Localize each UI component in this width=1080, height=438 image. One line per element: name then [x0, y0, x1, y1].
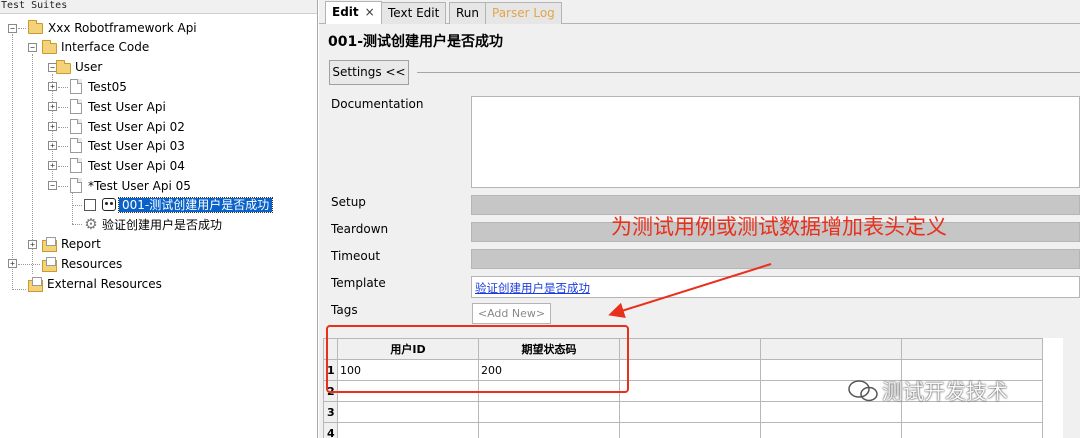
selected-label: 001-测试创建用户是否成功 — [117, 197, 274, 213]
watermark-text: 测试开发技术 — [882, 380, 1008, 404]
tree-item-root[interactable]: Xxx Robotframework Api — [48, 18, 197, 38]
resource-folder-icon — [42, 257, 57, 272]
grid-cell[interactable] — [619, 401, 761, 423]
annotation-text: 为测试用例或测试数据增加表头定义 — [611, 215, 947, 239]
collapse-toggle[interactable]: − — [48, 181, 57, 190]
column-header[interactable] — [901, 338, 1043, 360]
wechat-icon — [848, 380, 878, 402]
tab-run[interactable]: Run — [449, 2, 487, 24]
test-case-checkbox[interactable] — [84, 199, 96, 211]
tree-line — [58, 127, 68, 128]
folder-icon — [42, 40, 57, 54]
grid-cell[interactable] — [760, 359, 902, 381]
tree-line — [58, 146, 68, 147]
tree-line — [18, 28, 26, 29]
tree-item-report[interactable]: Report — [61, 234, 101, 254]
expand-toggle[interactable]: + — [48, 161, 57, 170]
resource-folder-icon — [28, 277, 43, 292]
settings-toggle-button[interactable]: Settings << — [329, 60, 409, 85]
test-suites-panel: Test Suites − Xxx Robotframework Api − I… — [0, 0, 318, 438]
tree-line — [58, 186, 68, 187]
timeout-field[interactable] — [471, 249, 1080, 269]
folder-icon — [28, 20, 43, 34]
tab-edit[interactable]: Edit × — [325, 1, 382, 24]
template-field[interactable]: 验证创建用户是否成功 — [471, 276, 1080, 298]
grid-cell[interactable] — [619, 380, 761, 402]
gear-icon: ⚙ — [84, 215, 98, 233]
tree-line — [72, 192, 73, 224]
panel-title: Test Suites — [0, 0, 317, 14]
tree-item-test-user-api-03[interactable]: Test User Api 03 — [88, 136, 185, 156]
expand-toggle[interactable]: + — [48, 102, 57, 111]
folder-icon — [56, 60, 71, 74]
row-number[interactable]: 3 — [323, 401, 338, 423]
tree-item-test05[interactable]: Test05 — [88, 77, 127, 97]
tree-item-test-user-api-05[interactable]: *Test User Api 05 — [88, 176, 191, 196]
teardown-label: Teardown — [331, 222, 389, 236]
divider — [417, 72, 1080, 73]
grid-cell[interactable] — [619, 422, 761, 438]
setup-label: Setup — [331, 195, 366, 209]
page-title: 001-测试创建用户是否成功 — [328, 34, 504, 50]
resource-folder-icon — [42, 237, 57, 252]
collapse-toggle[interactable]: − — [8, 24, 17, 33]
tree-line — [72, 205, 82, 206]
tree-line — [58, 107, 68, 108]
tree-item-resources[interactable]: Resources — [61, 254, 122, 274]
column-header[interactable] — [760, 338, 902, 360]
tree-line — [72, 224, 82, 225]
tree-line — [58, 87, 68, 88]
expand-toggle[interactable]: + — [8, 259, 17, 268]
collapse-toggle[interactable]: − — [28, 43, 37, 52]
tree-item-test-user-api[interactable]: Test User Api — [88, 97, 166, 117]
tree-item-keyword[interactable]: 验证创建用户是否成功 — [102, 215, 222, 235]
tree-item-test-user-api-02[interactable]: Test User Api 02 — [88, 117, 185, 137]
grid-cell[interactable] — [901, 422, 1043, 438]
grid-cell[interactable] — [337, 422, 479, 438]
template-link[interactable]: 验证创建用户是否成功 — [475, 280, 590, 296]
tree-line — [58, 166, 68, 167]
table-row: 4 — [323, 422, 1043, 438]
grid-cell[interactable] — [478, 401, 620, 423]
header-highlight-box — [326, 325, 629, 393]
grid-cell[interactable] — [619, 359, 761, 381]
tree-line — [12, 34, 13, 290]
grid-cell[interactable] — [478, 422, 620, 438]
tree-line — [12, 289, 26, 290]
grid-cell[interactable] — [760, 422, 902, 438]
grid-cell[interactable] — [337, 401, 479, 423]
grid-cell[interactable] — [760, 401, 902, 423]
tab-text-edit[interactable]: Text Edit — [381, 2, 447, 24]
file-icon — [70, 158, 82, 173]
robot-icon — [102, 198, 116, 211]
tab-parser-log[interactable]: Parser Log — [485, 2, 562, 24]
file-icon — [70, 79, 82, 94]
tab-bar: Edit × Text Edit Run Parser Log — [319, 0, 1080, 24]
file-icon — [70, 178, 82, 193]
documentation-label: Documentation — [331, 97, 424, 111]
expand-toggle[interactable]: + — [28, 240, 37, 249]
file-icon — [70, 99, 82, 114]
grid-cell[interactable] — [760, 380, 902, 402]
column-header[interactable] — [619, 338, 761, 360]
file-icon — [70, 138, 82, 153]
file-icon — [70, 119, 82, 134]
expand-toggle[interactable]: + — [48, 122, 57, 131]
template-label: Template — [331, 276, 386, 290]
tab-label: Edit — [332, 5, 359, 19]
timeout-label: Timeout — [331, 249, 381, 263]
documentation-field[interactable] — [471, 96, 1080, 188]
tree-item-interface-code[interactable]: Interface Code — [61, 37, 149, 57]
tree-line — [18, 264, 40, 265]
expand-toggle[interactable]: + — [48, 82, 57, 91]
tree-item-test-case[interactable]: 001-测试创建用户是否成功 — [117, 195, 274, 215]
expand-toggle[interactable]: + — [48, 141, 57, 150]
row-number[interactable]: 4 — [323, 422, 338, 438]
tree-item-user[interactable]: User — [75, 57, 102, 77]
tree-item-test-user-api-04[interactable]: Test User Api 04 — [88, 156, 185, 176]
close-icon[interactable]: × — [365, 5, 375, 19]
tags-label: Tags — [331, 303, 358, 317]
tree-item-external-resources[interactable]: External Resources — [47, 274, 162, 294]
add-tag-button[interactable]: <Add New> — [472, 303, 551, 324]
